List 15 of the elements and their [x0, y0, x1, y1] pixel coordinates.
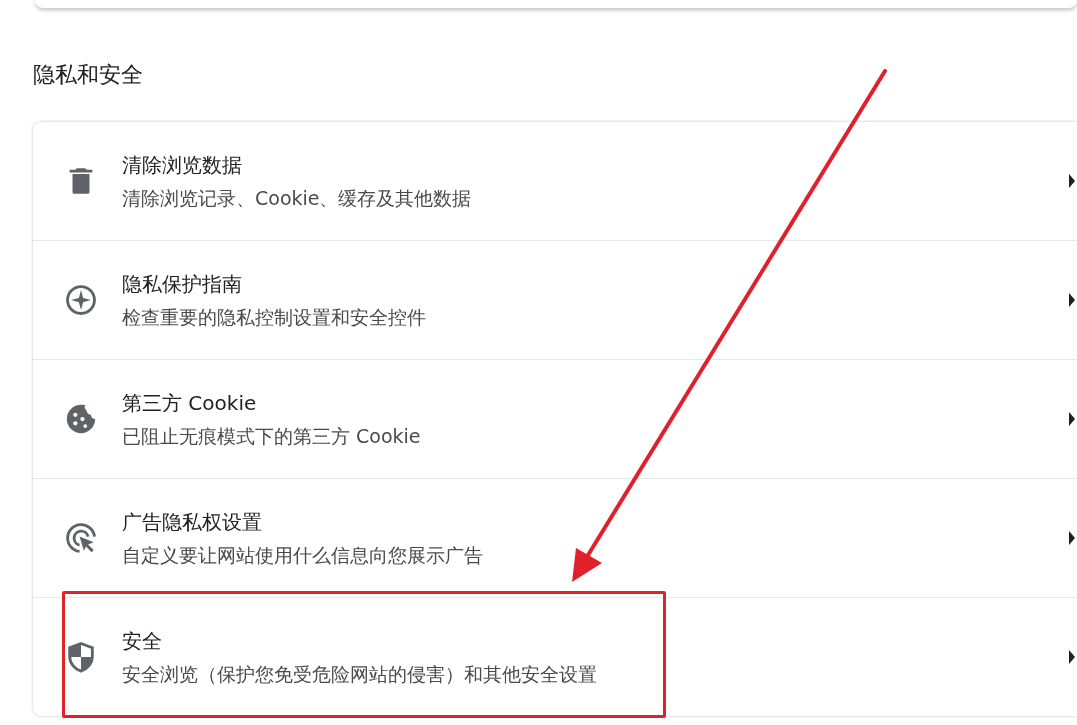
settings-row[interactable]: 清除浏览数据 清除浏览记录、Cookie、缓存及其他数据 — [33, 122, 1077, 240]
section-title: 隐私和安全 — [33, 61, 144, 89]
settings-row[interactable]: 第三方 Cookie 已阻止无痕模式下的第三方 Cookie — [33, 359, 1077, 478]
row-subtitle: 已阻止无痕模式下的第三方 Cookie — [122, 424, 421, 449]
row-title: 隐私保护指南 — [122, 271, 243, 298]
settings-row[interactable]: 隐私保护指南 检查重要的隐私控制设置和安全控件 — [33, 240, 1077, 359]
row-subtitle: 自定义要让网站使用什么信息向您展示广告 — [122, 543, 483, 568]
row-subtitle: 安全浏览（保护您免受危险网站的侵害）和其他安全设置 — [122, 662, 597, 687]
settings-row[interactable]: 安全 安全浏览（保护您免受危险网站的侵害）和其他安全设置 — [33, 597, 1077, 716]
row-title: 广告隐私权设置 — [122, 509, 263, 536]
row-title: 清除浏览数据 — [122, 152, 243, 179]
row-title: 安全 — [122, 628, 163, 655]
row-title: 第三方 Cookie — [122, 390, 258, 417]
row-subtitle: 清除浏览记录、Cookie、缓存及其他数据 — [122, 186, 472, 211]
row-subtitle: 检查重要的隐私控制设置和安全控件 — [122, 305, 426, 330]
